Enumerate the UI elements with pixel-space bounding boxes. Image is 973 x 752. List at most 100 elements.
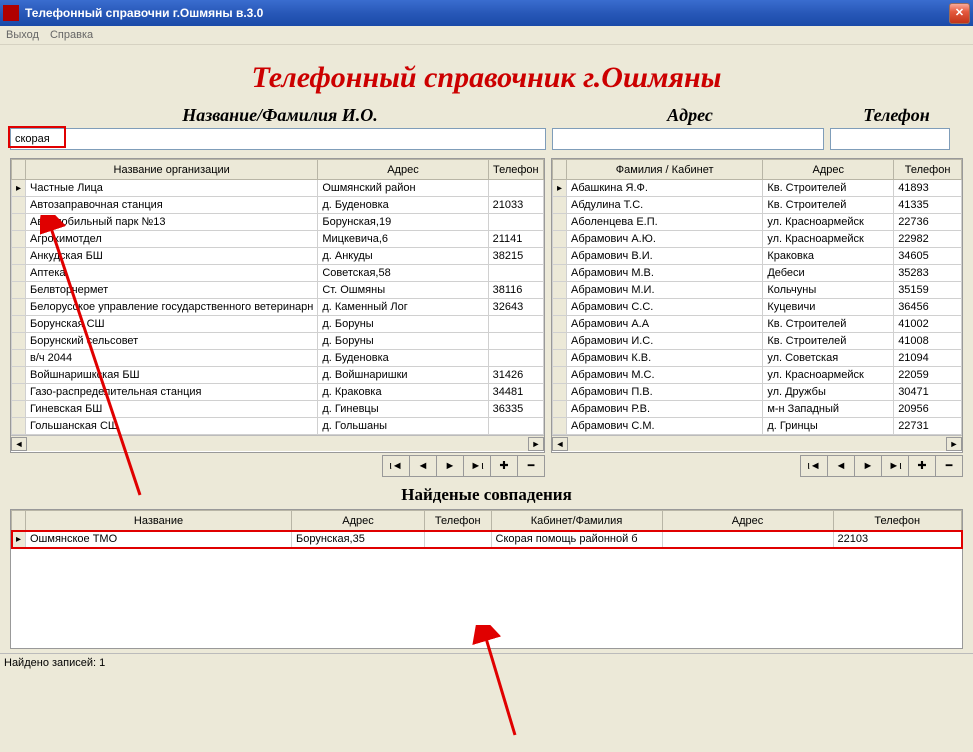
cell-name[interactable]: Войшнаришкская БШ xyxy=(26,367,318,384)
cell-addr[interactable]: Кв. Строителей xyxy=(763,180,894,197)
cell-addr[interactable]: Кв. Строителей xyxy=(763,333,894,350)
nav-add-button[interactable]: ✚ xyxy=(908,455,936,477)
cell-addr[interactable]: Ст. Ошмяны xyxy=(318,282,488,299)
cell-phone[interactable] xyxy=(488,418,543,435)
nav-next-button[interactable]: ► xyxy=(854,455,882,477)
cell-phone[interactable]: 41335 xyxy=(894,197,962,214)
cell-addr[interactable]: ул. Дружбы xyxy=(763,384,894,401)
cell-name[interactable]: Абашкина Я.Ф. xyxy=(567,180,763,197)
results-row[interactable]: ▸ Ошмянское ТМО Борунская,35 Скорая помо… xyxy=(12,531,962,548)
search-phone-input[interactable] xyxy=(830,128,950,150)
cell-name[interactable]: Абрамович С.М. xyxy=(567,418,763,435)
table-row[interactable]: Борунский сельсоветд. Боруны xyxy=(12,333,544,350)
search-addr-input[interactable] xyxy=(552,128,824,150)
cell-name[interactable]: Абрамович П.В. xyxy=(567,384,763,401)
table-row[interactable]: ▸Абашкина Я.Ф.Кв. Строителей41893 xyxy=(553,180,962,197)
cell-name[interactable]: Белвторчермет xyxy=(26,282,318,299)
cell-name[interactable]: Агрохимотдел xyxy=(26,231,318,248)
cell-phone[interactable]: 41008 xyxy=(894,333,962,350)
col-res-phone2[interactable]: Телефон xyxy=(833,511,962,531)
table-row[interactable]: Автомобильный парк №13Борунская,19 xyxy=(12,214,544,231)
org-grid[interactable]: Название организации Адрес Телефон ▸Част… xyxy=(10,158,545,453)
table-row[interactable]: Абрамович А.Ю.ул. Красноармейск22982 xyxy=(553,231,962,248)
cell-addr[interactable]: д. Буденовка xyxy=(318,197,488,214)
menu-help[interactable]: Справка xyxy=(50,29,93,41)
search-name-input[interactable] xyxy=(10,128,546,150)
person-grid[interactable]: Фамилия / Кабинет Адрес Телефон ▸Абашкин… xyxy=(551,158,963,453)
table-row[interactable]: Абрамович К.В.ул. Советская21094 xyxy=(553,350,962,367)
scroll-left-icon[interactable]: ◄ xyxy=(11,437,27,451)
cell-addr[interactable]: ул. Красноармейск xyxy=(763,231,894,248)
cell-phone[interactable]: 38215 xyxy=(488,248,543,265)
cell-name[interactable]: Анкудская БШ xyxy=(26,248,318,265)
nav-next-button[interactable]: ► xyxy=(436,455,464,477)
table-row[interactable]: АгрохимотделМицкевича,621141 xyxy=(12,231,544,248)
cell-addr[interactable]: д. Войшнаришки xyxy=(318,367,488,384)
table-row[interactable]: Абрамович П.В.ул. Дружбы30471 xyxy=(553,384,962,401)
cell-addr[interactable]: д. Боруны xyxy=(318,333,488,350)
cell-phone[interactable]: 21033 xyxy=(488,197,543,214)
table-row[interactable]: Абрамович М.В.Дебеси35283 xyxy=(553,265,962,282)
col-org-name[interactable]: Название организации xyxy=(26,160,318,180)
cell-res-addr[interactable]: Борунская,35 xyxy=(292,531,425,548)
scroll-right-icon[interactable]: ► xyxy=(946,437,962,451)
cell-phone[interactable]: 22982 xyxy=(894,231,962,248)
cell-name[interactable]: Абрамович С.С. xyxy=(567,299,763,316)
cell-name[interactable]: Абрамович М.С. xyxy=(567,367,763,384)
nav-prev-button[interactable]: ◄ xyxy=(409,455,437,477)
table-row[interactable]: Абрамович М.И.Кольчуны35159 xyxy=(553,282,962,299)
cell-addr[interactable]: ул. Советская xyxy=(763,350,894,367)
nav-last-button[interactable]: ►ι xyxy=(881,455,909,477)
cell-phone[interactable]: 22736 xyxy=(894,214,962,231)
cell-phone[interactable]: 35159 xyxy=(894,282,962,299)
table-row[interactable]: Аболенцева Е.П.ул. Красноармейск22736 xyxy=(553,214,962,231)
cell-addr[interactable]: д. Гринцы xyxy=(763,418,894,435)
cell-name[interactable]: Газо-распределительная станция xyxy=(26,384,318,401)
table-row[interactable]: в/ч 2044д. Буденовка xyxy=(12,350,544,367)
cell-phone[interactable]: 38116 xyxy=(488,282,543,299)
cell-addr[interactable]: д. Буденовка xyxy=(318,350,488,367)
cell-addr[interactable]: Борунская,19 xyxy=(318,214,488,231)
cell-addr[interactable]: ул. Красноармейск xyxy=(763,214,894,231)
cell-addr[interactable]: Кв. Строителей xyxy=(763,316,894,333)
cell-phone[interactable]: 21094 xyxy=(894,350,962,367)
h-scrollbar[interactable]: ◄ ► xyxy=(11,435,544,451)
table-row[interactable]: Абрамович М.С.ул. Красноармейск22059 xyxy=(553,367,962,384)
cell-phone[interactable]: 32643 xyxy=(488,299,543,316)
table-row[interactable]: Абрамович В.И.Краковка34605 xyxy=(553,248,962,265)
table-row[interactable]: Войшнаришкская БШд. Войшнаришки31426 xyxy=(12,367,544,384)
cell-addr[interactable]: д. Гиневцы xyxy=(318,401,488,418)
cell-phone[interactable]: 22059 xyxy=(894,367,962,384)
cell-name[interactable]: Абрамович А.А xyxy=(567,316,763,333)
cell-name[interactable]: Абдулина Т.С. xyxy=(567,197,763,214)
nav-delete-button[interactable]: ━ xyxy=(935,455,963,477)
col-res-cab[interactable]: Кабинет/Фамилия xyxy=(491,511,662,531)
cell-name[interactable]: Абрамович К.В. xyxy=(567,350,763,367)
table-row[interactable]: Абрамович А.АКв. Строителей41002 xyxy=(553,316,962,333)
cell-phone[interactable] xyxy=(488,333,543,350)
cell-name[interactable]: Автозаправочная станция xyxy=(26,197,318,214)
cell-name[interactable]: Абрамович И.С. xyxy=(567,333,763,350)
table-row[interactable]: Абрамович С.М.д. Гринцы22731 xyxy=(553,418,962,435)
cell-addr[interactable]: Кв. Строителей xyxy=(763,197,894,214)
table-row[interactable]: Борунская СШд. Боруны xyxy=(12,316,544,333)
table-row[interactable]: АптекаСоветская,58 xyxy=(12,265,544,282)
table-row[interactable]: Абрамович И.С.Кв. Строителей41008 xyxy=(553,333,962,350)
cell-name[interactable]: Частные Лица xyxy=(26,180,318,197)
cell-res-phone[interactable] xyxy=(425,531,492,548)
cell-res-name[interactable]: Ошмянское ТМО xyxy=(26,531,292,548)
cell-phone[interactable]: 41002 xyxy=(894,316,962,333)
cell-name[interactable]: Аболенцева Е.П. xyxy=(567,214,763,231)
table-row[interactable]: БелвторчерметСт. Ошмяны38116 xyxy=(12,282,544,299)
table-row[interactable]: Анкудская БШд. Анкуды38215 xyxy=(12,248,544,265)
cell-addr[interactable]: д. Каменный Лог xyxy=(318,299,488,316)
results-grid[interactable]: Название Адрес Телефон Кабинет/Фамилия А… xyxy=(10,509,963,649)
cell-name[interactable]: Абрамович Р.В. xyxy=(567,401,763,418)
cell-addr[interactable]: Дебеси xyxy=(763,265,894,282)
table-row[interactable]: Абдулина Т.С.Кв. Строителей41335 xyxy=(553,197,962,214)
cell-phone[interactable] xyxy=(488,265,543,282)
cell-phone[interactable]: 31426 xyxy=(488,367,543,384)
cell-phone[interactable] xyxy=(488,214,543,231)
cell-name[interactable]: в/ч 2044 xyxy=(26,350,318,367)
cell-addr[interactable]: Советская,58 xyxy=(318,265,488,282)
